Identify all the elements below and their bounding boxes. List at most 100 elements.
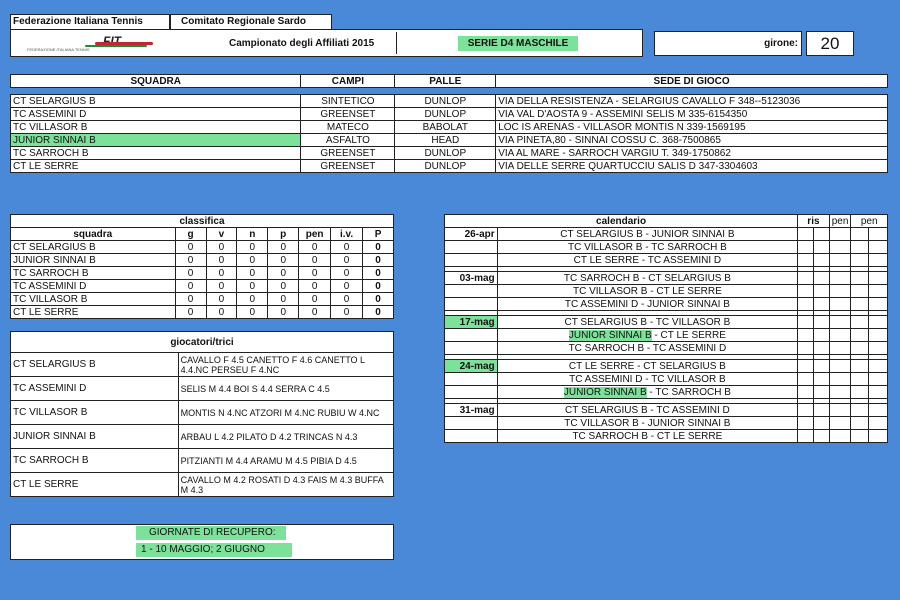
score-cell[interactable] (868, 253, 888, 267)
score-cell[interactable] (797, 328, 814, 342)
score-cell[interactable] (828, 328, 852, 342)
score-cell[interactable] (868, 297, 888, 311)
score-cell[interactable] (812, 416, 830, 430)
score-cell[interactable] (850, 385, 870, 399)
score-cell[interactable] (850, 240, 870, 254)
score-cell[interactable] (850, 328, 870, 342)
score-cell[interactable] (812, 359, 830, 373)
score-cell[interactable] (828, 359, 852, 373)
score-cell[interactable] (850, 416, 870, 430)
score-cell[interactable] (828, 284, 852, 298)
score-cell[interactable] (868, 403, 888, 417)
score-cell[interactable] (850, 429, 870, 443)
score-cell[interactable] (868, 227, 888, 241)
score-cell[interactable] (828, 315, 852, 329)
away-team: CT LE SERRE (656, 430, 723, 442)
stat-value: 0 (298, 240, 332, 254)
calendario-title: calendario (443, 214, 799, 228)
score-cell[interactable] (828, 253, 852, 267)
score-cell[interactable] (797, 297, 814, 311)
score-cell[interactable] (868, 341, 888, 355)
score-cell[interactable] (850, 359, 870, 373)
score-cell[interactable] (850, 341, 870, 355)
score-cell[interactable] (850, 227, 870, 241)
score-cell[interactable] (797, 359, 814, 373)
palle-value: BABOLAT (394, 120, 497, 134)
score-cell[interactable] (828, 297, 852, 311)
score-cell[interactable] (812, 341, 830, 355)
score-cell[interactable] (868, 328, 888, 342)
score-cell[interactable] (812, 385, 830, 399)
score-cell[interactable] (812, 403, 830, 417)
score-cell[interactable] (797, 253, 814, 267)
col-ris: ris (797, 214, 830, 228)
score-cell[interactable] (797, 416, 814, 430)
score-cell[interactable] (868, 429, 888, 443)
score-cell[interactable] (850, 271, 870, 285)
score-cell[interactable] (868, 372, 888, 386)
score-cell[interactable] (850, 372, 870, 386)
score-cell[interactable] (812, 271, 830, 285)
match: TC SARROCH B - CT SELARGIUS B (496, 271, 799, 285)
score-cell[interactable] (850, 315, 870, 329)
score-cell[interactable] (868, 416, 888, 430)
score-cell[interactable] (828, 403, 852, 417)
match: CT LE SERRE - TC ASSEMINI D (496, 253, 799, 267)
score-cell[interactable] (868, 315, 888, 329)
score-cell[interactable] (828, 385, 852, 399)
score-cell[interactable] (850, 253, 870, 267)
score-cell[interactable] (868, 359, 888, 373)
score-cell[interactable] (850, 297, 870, 311)
campi-value: ASFALTO (300, 133, 396, 147)
table-row: JUNIOR SINNAI B0000000 (10, 253, 394, 267)
score-cell[interactable] (828, 372, 852, 386)
score-cell[interactable] (812, 328, 830, 342)
calendar-match-row: TC SARROCH B - CT LE SERRE (444, 429, 888, 443)
match: JUNIOR SINNAI B - TC SARROCH B (496, 385, 799, 399)
stat-value: 0 (298, 253, 332, 267)
score-cell[interactable] (797, 284, 814, 298)
score-cell[interactable] (868, 271, 888, 285)
score-cell[interactable] (797, 240, 814, 254)
score-cell[interactable] (797, 372, 814, 386)
score-cell[interactable] (812, 253, 830, 267)
stat-value: 0 (236, 240, 269, 254)
girone-number-box: 20 (806, 31, 854, 56)
score-cell[interactable] (797, 315, 814, 329)
calendar-match-row: 24-mag CT LE SERRE - CT SELARGIUS B (444, 359, 888, 373)
score-cell[interactable] (828, 416, 852, 430)
score-cell[interactable] (812, 227, 830, 241)
team-name: CT SELARGIUS B (9, 94, 302, 108)
score-cell[interactable] (812, 284, 830, 298)
col-points: P (362, 227, 394, 241)
score-cell[interactable] (828, 429, 852, 443)
score-cell[interactable] (868, 240, 888, 254)
home-team: TC ASSEMINI D (564, 298, 639, 310)
score-cell[interactable] (868, 284, 888, 298)
match: CT SELARGIUS B - JUNIOR SINNAI B (496, 227, 799, 241)
score-cell[interactable] (850, 403, 870, 417)
score-cell[interactable] (828, 341, 852, 355)
score-cell[interactable] (850, 284, 870, 298)
round-date: 17-mag (444, 315, 498, 329)
score-cell[interactable] (797, 341, 814, 355)
stat-value: 0 (174, 240, 207, 254)
score-cell[interactable] (828, 227, 852, 241)
score-cell[interactable] (797, 271, 814, 285)
home-team: CT LE SERRE (573, 254, 640, 266)
score-cell[interactable] (868, 385, 888, 399)
score-cell[interactable] (828, 240, 852, 254)
away-team: JUNIOR SINNAI B (651, 228, 735, 240)
score-cell[interactable] (812, 315, 830, 329)
stat-value: 0 (267, 240, 300, 254)
score-cell[interactable] (828, 271, 852, 285)
score-cell[interactable] (797, 403, 814, 417)
score-cell[interactable] (812, 240, 830, 254)
score-cell[interactable] (812, 429, 830, 443)
score-cell[interactable] (797, 227, 814, 241)
sede-value: LOC IS ARENAS - VILLASOR MONTIS N 339-15… (495, 120, 888, 134)
score-cell[interactable] (797, 385, 814, 399)
score-cell[interactable] (797, 429, 814, 443)
score-cell[interactable] (812, 297, 830, 311)
score-cell[interactable] (812, 372, 830, 386)
